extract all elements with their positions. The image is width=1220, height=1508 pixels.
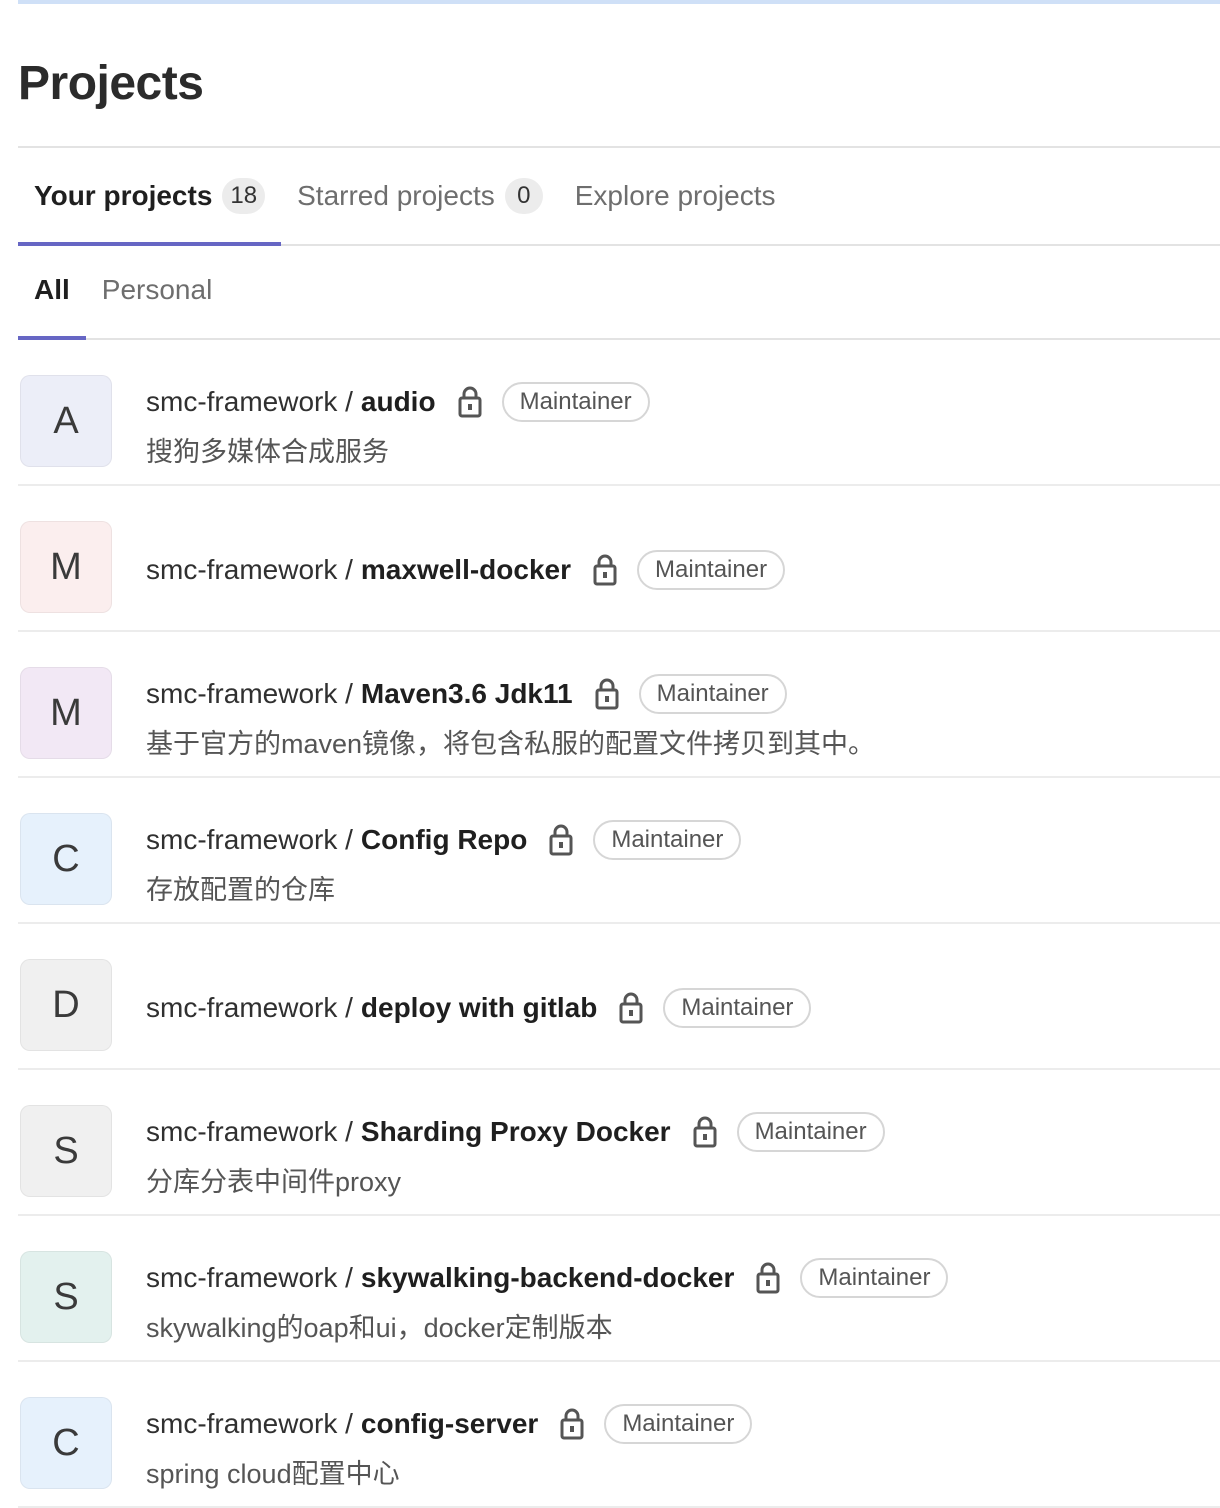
- role-badge: Maintainer: [638, 674, 787, 714]
- project-name: audio: [360, 386, 436, 417]
- role-badge: Maintainer: [637, 550, 786, 590]
- project-avatar[interactable]: C: [20, 1397, 112, 1489]
- filter-personal-label: Personal: [101, 274, 213, 305]
- project-row[interactable]: Msmc-framework / maxwell-docker Maintainer: [18, 486, 1220, 632]
- tab-explore-projects-label: Explore projects: [574, 180, 776, 211]
- role-badge: Maintainer: [736, 1112, 885, 1152]
- tab-starred-projects-count: 0: [504, 178, 543, 214]
- project-namespace: smc-framework /: [146, 678, 353, 709]
- lock-icon: [591, 552, 619, 588]
- project-avatar[interactable]: D: [20, 959, 112, 1051]
- project-avatar[interactable]: M: [20, 521, 112, 613]
- project-description: 存放配置的仓库: [146, 875, 335, 905]
- top-progress-strip: [18, 0, 1220, 4]
- project-avatar[interactable]: S: [20, 1251, 112, 1343]
- project-list: Asmc-framework / audio Maintainer 搜狗多媒体合成服务…: [18, 340, 1220, 1508]
- project-description: 分库分表中间件proxy: [146, 1167, 402, 1197]
- project-link[interactable]: smc-framework / Sharding Proxy Docker: [146, 1116, 671, 1148]
- project-title-line: smc-framework / Sharding Proxy Docker Main…: [146, 1110, 1220, 1154]
- project-avatar[interactable]: S: [20, 1105, 112, 1197]
- lock-icon: [558, 1406, 586, 1442]
- project-title-line: smc-framework / audio Maintainer: [146, 380, 1220, 424]
- project-namespace: smc-framework /: [146, 554, 353, 585]
- project-row[interactable]: Csmc-framework / config-server Maintainer s…: [18, 1362, 1220, 1508]
- project-name: Maven3.6 Jdk11: [360, 678, 573, 709]
- project-description: 基于官方的maven镜像，将包含私服的配置文件拷贝到其中。: [146, 729, 876, 759]
- tab-your-projects-label: Your projects: [34, 180, 213, 211]
- lock-icon: [691, 1114, 719, 1150]
- role-badge: Maintainer: [593, 820, 742, 860]
- lock-icon: [456, 384, 484, 420]
- project-info: smc-framework / Maven3.6 Jdk11 Maintainer 基…: [146, 672, 1220, 761]
- project-title-line: smc-framework / skywalking-backend-docker…: [146, 1256, 1220, 1300]
- project-name: maxwell-docker: [360, 554, 572, 585]
- project-namespace: smc-framework /: [146, 824, 353, 855]
- project-link[interactable]: smc-framework / Maven3.6 Jdk11: [146, 678, 573, 710]
- filter-personal[interactable]: Personal: [86, 242, 229, 338]
- project-title-line: smc-framework / Maven3.6 Jdk11 Maintainer: [146, 672, 1220, 716]
- project-info: smc-framework / Sharding Proxy Docker Main…: [146, 1110, 1220, 1199]
- project-row[interactable]: Ssmc-framework / skywalking-backend-docke…: [18, 1216, 1220, 1362]
- lock-icon: [547, 822, 575, 858]
- tab-your-projects[interactable]: Your projects 18: [18, 148, 282, 246]
- project-link[interactable]: smc-framework / deploy with gitlab: [146, 992, 597, 1024]
- project-name: config-server: [360, 1408, 539, 1439]
- filter-all[interactable]: All: [18, 242, 86, 340]
- project-row[interactable]: Ssmc-framework / Sharding Proxy Docker Mai…: [18, 1070, 1220, 1216]
- project-link[interactable]: smc-framework / skywalking-backend-docker: [146, 1262, 734, 1294]
- project-avatar[interactable]: M: [20, 667, 112, 759]
- project-namespace: smc-framework /: [146, 1116, 353, 1147]
- project-avatar[interactable]: C: [20, 813, 112, 905]
- project-row[interactable]: Csmc-framework / Config Repo Maintainer 存放配…: [18, 778, 1220, 924]
- page-title: Projects: [18, 57, 204, 110]
- project-name: Sharding Proxy Docker: [360, 1116, 671, 1147]
- project-name: deploy with gitlab: [360, 992, 598, 1023]
- project-namespace: smc-framework /: [146, 1262, 353, 1293]
- tab-starred-projects-label: Starred projects: [297, 180, 495, 211]
- project-namespace: smc-framework /: [146, 1408, 353, 1439]
- project-link[interactable]: smc-framework / config-server: [146, 1408, 538, 1440]
- project-row[interactable]: Dsmc-framework / deploy with gitlab Mainta…: [18, 924, 1220, 1070]
- project-name: Config Repo: [360, 824, 528, 855]
- project-link[interactable]: smc-framework / maxwell-docker: [146, 554, 571, 586]
- project-info: smc-framework / Config Repo Maintainer 存放配置…: [146, 818, 1220, 907]
- project-title-line: smc-framework / Config Repo Maintainer: [146, 818, 1220, 862]
- project-tabs: Your projects 18 Starred projects 0 Expl…: [18, 146, 1220, 246]
- project-info: smc-framework / audio Maintainer 搜狗多媒体合成服务: [146, 380, 1220, 469]
- lock-icon: [593, 676, 621, 712]
- lock-icon: [617, 990, 645, 1026]
- project-row[interactable]: Msmc-framework / Maven3.6 Jdk11 Maintainer…: [18, 632, 1220, 778]
- role-badge: Maintainer: [604, 1404, 753, 1444]
- role-badge: Maintainer: [800, 1258, 949, 1298]
- tab-starred-projects[interactable]: Starred projects 0: [281, 148, 559, 244]
- filter-tabs: All Personal: [18, 242, 1220, 340]
- project-description: skywalking的oap和ui，docker定制版本: [146, 1313, 613, 1343]
- tab-explore-projects[interactable]: Explore projects: [559, 148, 792, 244]
- project-info: smc-framework / deploy with gitlab Maintai…: [146, 964, 1220, 1030]
- project-avatar[interactable]: A: [20, 375, 112, 467]
- role-badge: Maintainer: [663, 988, 812, 1028]
- lock-icon: [754, 1260, 782, 1296]
- project-info: smc-framework / skywalking-backend-docker…: [146, 1256, 1220, 1345]
- tab-your-projects-count: 18: [222, 178, 266, 214]
- project-namespace: smc-framework /: [146, 992, 353, 1023]
- project-info: smc-framework / maxwell-docker Maintainer: [146, 526, 1220, 592]
- project-link[interactable]: smc-framework / Config Repo: [146, 824, 527, 856]
- project-title-line: smc-framework / maxwell-docker Maintainer: [146, 548, 1220, 592]
- filter-all-label: All: [34, 274, 70, 305]
- project-name: skywalking-backend-docker: [360, 1262, 735, 1293]
- project-info: smc-framework / config-server Maintainer sp…: [146, 1402, 1220, 1491]
- role-badge: Maintainer: [501, 382, 650, 422]
- project-link[interactable]: smc-framework / audio: [146, 386, 436, 418]
- project-title-line: smc-framework / deploy with gitlab Maintai…: [146, 986, 1220, 1030]
- project-description: 搜狗多媒体合成服务: [146, 437, 389, 467]
- project-description: spring cloud配置中心: [146, 1459, 400, 1489]
- project-row[interactable]: Asmc-framework / audio Maintainer 搜狗多媒体合成服务: [18, 340, 1220, 486]
- project-namespace: smc-framework /: [146, 386, 353, 417]
- project-title-line: smc-framework / config-server Maintainer: [146, 1402, 1220, 1446]
